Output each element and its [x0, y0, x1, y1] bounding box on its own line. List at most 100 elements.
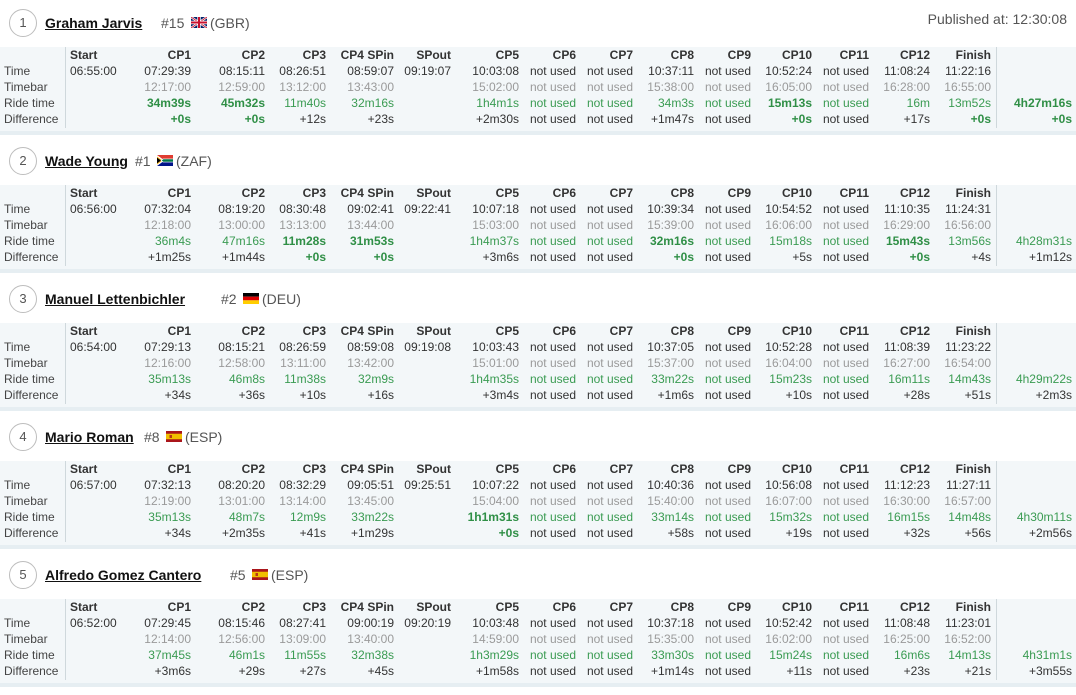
rider-header: 4 Mario Roman #8 (ESP) [0, 414, 1076, 456]
time-cell: not used [586, 202, 633, 216]
column-header: CP4 SPin [340, 186, 394, 200]
column-header: CP5 [495, 324, 519, 338]
time-cell: not used [586, 64, 633, 78]
difference-cell: +17s [903, 112, 930, 126]
column-header: CP2 [241, 462, 265, 476]
difference-cell: +10s [299, 388, 326, 402]
ride-time-cell: 36m4s [154, 234, 191, 248]
timebar-cell: not used [704, 218, 751, 232]
column-header: CP3 [302, 186, 326, 200]
difference-cell: not used [586, 388, 633, 402]
timebar-cell: not used [586, 494, 633, 508]
ride-time-cell: 11m38s [284, 372, 326, 386]
timebar-cell: 15:39:00 [647, 218, 694, 232]
timebar-cell: 13:42:00 [347, 356, 394, 370]
difference-cell: not used [586, 112, 633, 126]
column-header: CP3 [302, 462, 326, 476]
timebar-cell: not used [822, 494, 869, 508]
timebar-cell: 12:17:00 [144, 80, 191, 94]
row-label-difference: Difference [4, 112, 59, 126]
time-cell: not used [822, 64, 869, 78]
difference-cell: not used [822, 388, 869, 402]
time-cell: 10:54:52 [765, 202, 812, 216]
ride-time-cell: 16m11s [888, 372, 930, 386]
column-header: CP6 [552, 462, 576, 476]
timebar-cell: 16:07:00 [765, 494, 812, 508]
rank-badge: 4 [9, 423, 37, 451]
difference-cell: +27s [299, 664, 326, 678]
column-header: CP1 [167, 600, 191, 614]
ride-time-cell: 15m13s [767, 96, 812, 110]
time-cell: 11:08:48 [884, 616, 930, 630]
rider-header: 3 Manuel Lettenbichler #2 (DEU) [0, 276, 1076, 318]
ride-time-cell: 14m48s [948, 510, 991, 524]
zaf-flag-icon [157, 155, 173, 166]
rider-result: 5 Alfredo Gomez Cantero #5 (ESP) Time Timebar… [0, 552, 1076, 690]
timebar-cell: 13:14:00 [279, 494, 326, 508]
time-cell: not used [822, 202, 869, 216]
rider-name-link[interactable]: Wade Young [45, 153, 128, 169]
timebar-cell: 13:00:00 [218, 218, 265, 232]
timebar-cell: 12:19:00 [144, 494, 191, 508]
timebar-cell: not used [586, 356, 633, 370]
ride-time-cell: not used [704, 372, 751, 386]
time-cell: not used [529, 64, 576, 78]
ride-time-cell: not used [822, 648, 869, 662]
time-cell: not used [704, 202, 751, 216]
rank-badge: 3 [9, 285, 37, 313]
timebar-cell: 13:44:00 [347, 218, 394, 232]
ride-time-cell: 33m22s [351, 510, 394, 524]
rider-name-link[interactable]: Graham Jarvis [45, 15, 142, 31]
ride-time-cell: 1h4m1s [476, 96, 519, 110]
ride-time-cell: 16m6s [893, 648, 930, 662]
ride-time-cell: not used [822, 96, 869, 110]
timebar-cell: 16:02:00 [765, 632, 812, 646]
timebar-cell: 12:59:00 [218, 80, 265, 94]
time-cell: 10:03:48 [472, 616, 519, 630]
time-cell: 08:59:08 [347, 340, 394, 354]
difference-cell: not used [704, 250, 751, 264]
time-cell: 08:59:07 [347, 64, 394, 78]
difference-cell: not used [529, 526, 576, 540]
ride-time-cell: 32m16s [351, 96, 394, 110]
ride-time-cell: not used [822, 372, 869, 386]
split-times-table: Time Timebar Ride time Difference Start CP1 CP… [0, 599, 1076, 687]
rider-country: (ZAF) [176, 153, 212, 169]
timebar-cell: not used [822, 218, 869, 232]
timebar-cell: 14:59:00 [472, 632, 519, 646]
difference-cell: +0s [244, 112, 265, 126]
difference-cell: +19s [785, 526, 812, 540]
row-label-ride-time: Ride time [4, 96, 55, 110]
rider-name-link[interactable]: Manuel Lettenbichler [45, 291, 185, 307]
difference-cell: not used [529, 250, 576, 264]
timebar-cell: 16:27:00 [883, 356, 930, 370]
difference-cell: +2m30s [475, 112, 519, 126]
difference-cell: +0s [970, 112, 991, 126]
rider-name-link[interactable]: Mario Roman [45, 429, 134, 445]
timebar-cell: 16:05:00 [765, 80, 812, 94]
time-cell: 07:29:45 [144, 616, 191, 630]
time-cell: 10:52:28 [765, 340, 812, 354]
ride-time-cell: not used [704, 510, 751, 524]
row-label-timebar: Timebar [4, 218, 48, 232]
difference-cell: +51s [964, 388, 991, 402]
time-cell: not used [529, 616, 576, 630]
ride-time-cell: 11m55s [284, 648, 326, 662]
timebar-cell: 13:11:00 [280, 356, 326, 370]
time-cell: 09:00:19 [347, 616, 394, 630]
column-header: CP1 [167, 324, 191, 338]
ride-time-cell: not used [529, 648, 576, 662]
ride-time-cell: not used [586, 372, 633, 386]
row-label-ride-time: Ride time [4, 372, 55, 386]
rider-name-link[interactable]: Alfredo Gomez Cantero [45, 567, 201, 583]
ride-time-cell: 33m22s [651, 372, 694, 386]
time-cell: 09:05:51 [347, 478, 394, 492]
difference-cell: +28s [903, 388, 930, 402]
ride-time-cell: 1h3m29s [469, 648, 519, 662]
column-header: CP8 [670, 462, 694, 476]
time-cell: 11:23:01 [945, 616, 991, 630]
timebar-cell: 13:45:00 [347, 494, 394, 508]
time-cell: 10:39:34 [647, 202, 694, 216]
total-ride-time: 4h29m22s [1015, 372, 1072, 386]
difference-cell: +16s [367, 388, 394, 402]
